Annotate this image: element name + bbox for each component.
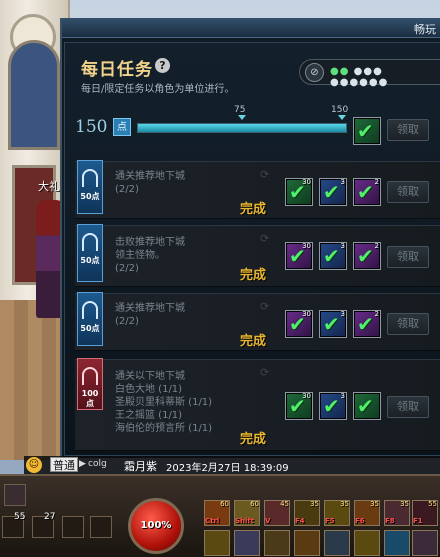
skill-slot[interactable]: 55 F1: [412, 500, 438, 526]
check-icon: ✔: [357, 180, 374, 204]
progress-fill: [138, 124, 346, 132]
milestone-label-75: 75: [234, 105, 246, 115]
refresh-icon: ⟳: [260, 366, 270, 379]
reward-icon[interactable]: ✔ 30: [285, 392, 313, 420]
skill-slot[interactable]: 35 F4: [294, 500, 320, 526]
reward-icon[interactable]: ✔ 3: [319, 310, 347, 338]
reward-icon[interactable]: ✔ 2: [353, 310, 381, 338]
chat-arrow-icon: ▶: [79, 459, 86, 469]
chat-channel-button[interactable]: 普通: [50, 457, 78, 472]
skill-slot[interactable]: 60 Shift: [234, 500, 260, 526]
masked-value: ●● ●●● ●●●●●●: [330, 66, 389, 88]
milestone-label-150: 150: [331, 105, 349, 115]
reward-icon[interactable]: ✔ 3: [319, 242, 347, 270]
quest-row: 50点 击败推荐地下城 领主怪物。 (2/2) 完成 ⟳ ✔ 30 ✔ 3 ✔ 2 领…: [75, 224, 440, 287]
skill-slot[interactable]: [294, 530, 320, 556]
skill-slot[interactable]: [204, 530, 230, 556]
level-label: 55: [14, 512, 26, 522]
hp-orb: 100%: [128, 498, 184, 554]
quest-points-tag: 100点: [77, 358, 103, 410]
quest-points-tag: 50点: [77, 160, 103, 214]
check-icon: ✔: [357, 119, 374, 143]
quest-row: 100点 通关以下地下城 白色大地 (1/1) 圣殿贝里科蒂斯 (1/1) 王之…: [75, 358, 440, 451]
quest-status: 完成: [240, 334, 267, 349]
reward-icon[interactable]: ✔ 2: [353, 242, 381, 270]
chat-timestamp: 2023年2月27日 18:39:09: [166, 463, 289, 474]
points-icon: 点: [113, 118, 131, 136]
inventory-slot[interactable]: [62, 516, 84, 538]
skill-slot[interactable]: 35 F8: [384, 500, 410, 526]
skill-slot[interactable]: 35 F6: [354, 500, 380, 526]
secret-mode-field[interactable]: ⊘ ●● ●●● ●●●●●●: [299, 59, 440, 88]
quest-points-tag: 50点: [77, 292, 103, 346]
quest-status: 完成: [240, 432, 267, 447]
panel-subtitle: 每日/限定任务以角色为单位进行。: [81, 84, 235, 95]
quest-claim-button[interactable]: 领取: [387, 396, 429, 418]
check-icon: ✔: [357, 244, 374, 268]
stained-glass-window: [8, 40, 60, 150]
milestone-marker-150: [338, 115, 346, 120]
quest-description: 击败推荐地下城 领主怪物。 (2/2): [115, 237, 185, 274]
quest-row: 50点 通关推荐地下城 (2/2) 完成 ⟳ ✔ 30 ✔ 3 ✔ 2 领取: [75, 160, 440, 219]
skill-slot[interactable]: 45 V: [264, 500, 290, 526]
skill-slot[interactable]: [354, 530, 380, 556]
points-total: 150: [75, 117, 108, 137]
quest-status: 完成: [240, 268, 267, 283]
milestone-marker-75: [238, 115, 246, 120]
level-label: 27: [44, 512, 56, 522]
check-icon: ✔: [323, 244, 340, 268]
chat-nickname: 霜月紫: [124, 460, 157, 473]
milestone-reward-icon[interactable]: ✔: [353, 117, 381, 145]
points-progress-bar: [137, 123, 347, 133]
panel-title: 每日任务: [81, 60, 153, 80]
check-icon: ✔: [357, 394, 374, 418]
skill-slot[interactable]: [234, 530, 260, 556]
npc-name: 大礼: [38, 180, 60, 193]
quest-status: 完成: [240, 202, 267, 217]
quest-claim-button[interactable]: 领取: [387, 313, 429, 335]
boss-icon: [82, 233, 98, 251]
heart-slot[interactable]: [4, 484, 26, 506]
quest-row: 50点 通关推荐地下城 (2/2) 完成 ⟳ ✔ 30 ✔ 3 ✔ 2 领取: [75, 292, 440, 351]
reward-icon[interactable]: ✔ 30: [285, 310, 313, 338]
skill-slot[interactable]: [264, 530, 290, 556]
quest-claim-button[interactable]: 领取: [387, 181, 429, 203]
dungeon-gate-icon: [82, 301, 98, 319]
check-icon: ✔: [323, 394, 340, 418]
quest-points-tag: 50点: [77, 224, 103, 282]
refresh-icon: ⟳: [260, 168, 270, 181]
reward-icon[interactable]: ✔ 3: [319, 392, 347, 420]
dungeon-gate-icon: [82, 169, 98, 187]
inventory-slot[interactable]: [90, 516, 112, 538]
lock-icon: ⊘: [305, 63, 324, 82]
check-icon: ✔: [323, 180, 340, 204]
reward-icon[interactable]: ✔ 3: [319, 178, 347, 206]
check-icon: ✔: [323, 312, 340, 336]
chat-user: colg: [88, 459, 107, 469]
daily-quest-panel: 每日任务 ? 每日/限定任务以角色为单位进行。 ⊘ ●● ●●● ●●●●●● …: [64, 42, 440, 456]
reward-icon[interactable]: ✔ 2: [353, 178, 381, 206]
check-icon: ✔: [357, 312, 374, 336]
quest-description: 通关以下地下城 白色大地 (1/1) 圣殿贝里科蒂斯 (1/1) 王之摇篮 (1…: [115, 371, 213, 434]
reward-icon[interactable]: ✔ 30: [285, 242, 313, 270]
reward-icon[interactable]: ✔ 30: [285, 178, 313, 206]
milestone-claim-button[interactable]: 领取: [387, 119, 429, 141]
skill-slot[interactable]: 35 F5: [324, 500, 350, 526]
quest-description: 通关推荐地下城 (2/2): [115, 303, 185, 327]
skill-slot[interactable]: [384, 530, 410, 556]
refresh-icon: ⟳: [260, 300, 270, 313]
help-icon[interactable]: ?: [155, 58, 170, 73]
skill-slot[interactable]: [324, 530, 350, 556]
skill-slot[interactable]: [412, 530, 438, 556]
emoji-icon[interactable]: ☺: [26, 457, 42, 473]
dungeon-gate-icon: [82, 367, 98, 385]
reward-icon[interactable]: ✔: [353, 392, 381, 420]
quest-claim-button[interactable]: 领取: [387, 246, 429, 268]
chat-bar: ☺ 普通 ▶ colg 霜月紫 2023年2月27日 18:39:09: [24, 456, 440, 474]
skill-slot[interactable]: 60 Ctrl: [204, 500, 230, 526]
quest-description: 通关推荐地下城 (2/2): [115, 171, 185, 195]
window-title: 畅玩: [414, 23, 436, 36]
refresh-icon: ⟳: [260, 232, 270, 245]
window-titlebar[interactable]: 畅玩: [62, 18, 440, 38]
